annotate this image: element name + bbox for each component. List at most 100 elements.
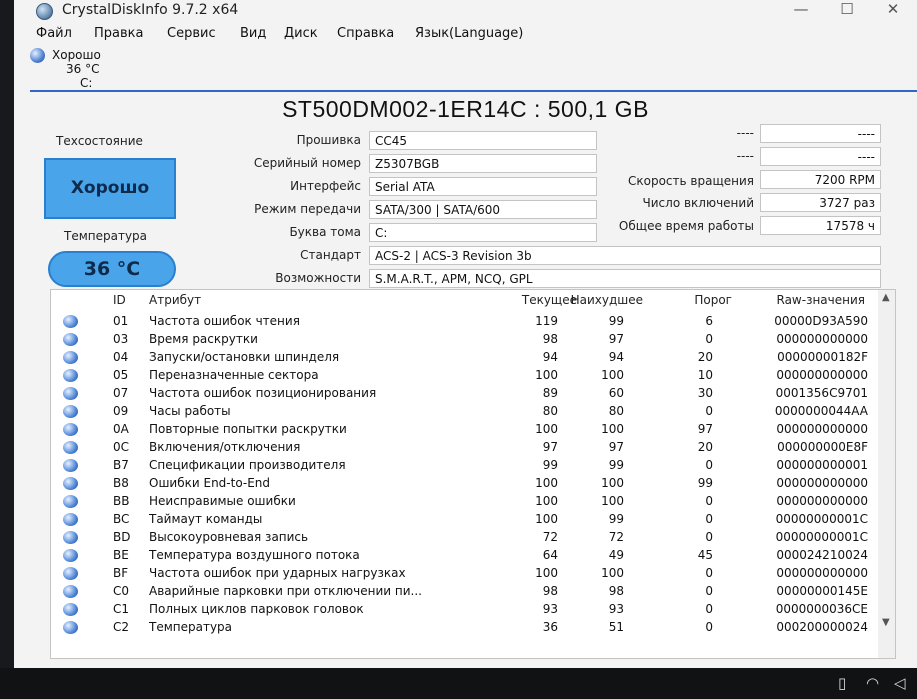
attribute-name: Время раскрутки xyxy=(149,332,258,346)
attribute-name: Запуски/остановки шпинделя xyxy=(149,350,340,364)
menu-language[interactable]: Язык(Language) xyxy=(415,26,523,41)
serial-label: Серийный номер xyxy=(253,156,361,170)
rotation-speed-field: 7200 RPM xyxy=(760,170,881,189)
minimize-button[interactable]: — xyxy=(781,0,821,22)
table-row[interactable]: BE Температура воздушного потока 64 49 45 000… xyxy=(51,546,876,564)
menu-disk[interactable]: Диск xyxy=(284,26,318,41)
attribute-name: Часы работы xyxy=(149,404,231,418)
threshold-value: 6 xyxy=(705,314,713,328)
firmware-field: CC45 xyxy=(369,131,597,150)
scroll-up-icon[interactable]: ▲ xyxy=(882,292,890,303)
blank-label-2: ---- xyxy=(736,149,754,163)
wifi-icon[interactable]: ◠ xyxy=(866,674,879,692)
worst-value: 72 xyxy=(608,530,624,544)
table-row[interactable]: 03 Время раскрутки 98 97 0 000000000000 xyxy=(51,330,876,348)
menu-help[interactable]: Справка xyxy=(337,26,394,41)
menu-bar: Файл Правка Сервис Вид Диск Справка Язык… xyxy=(14,24,917,44)
raw-value: 0000000036CE xyxy=(775,602,868,616)
menu-view[interactable]: Вид xyxy=(240,26,266,41)
table-row[interactable]: 07 Частота ошибок позиционирования 89 60 30 0… xyxy=(51,384,876,402)
attribute-id: B8 xyxy=(113,476,129,490)
status-good-icon xyxy=(63,369,78,382)
status-good-icon xyxy=(63,477,78,490)
column-header-attribute[interactable]: Атрибут xyxy=(149,293,201,307)
raw-value: 00000000145E xyxy=(776,584,868,598)
table-row[interactable]: 0A Повторные попытки раскрутки 100 100 97 000… xyxy=(51,420,876,438)
table-row[interactable]: C2 Температура 36 51 0 000200000024 xyxy=(51,618,876,636)
interface-field: Serial ATA xyxy=(369,177,597,196)
features-field: S.M.A.R.T., APM, NCQ, GPL xyxy=(369,269,881,288)
threshold-value: 0 xyxy=(705,602,713,616)
table-row[interactable]: C1 Полных циклов парковок головок 93 93 0 000… xyxy=(51,600,876,618)
taskbar: ▯ ◠ ◁ xyxy=(0,668,917,699)
drive-tab-c[interactable]: Хорошо 36 °C C: xyxy=(30,45,112,93)
raw-value: 00000000001C xyxy=(775,530,868,544)
transfer-mode-field: SATA/300 | SATA/600 xyxy=(369,200,597,219)
scroll-down-icon[interactable]: ▼ xyxy=(882,617,890,628)
window-title: CrystalDiskInfo 9.7.2 x64 xyxy=(62,2,239,18)
table-row[interactable]: B7 Спецификации производителя 99 99 0 0000000… xyxy=(51,456,876,474)
smart-attributes-table[interactable]: ID Атрибут Текущее Наихудшее Порог Raw-з… xyxy=(50,289,896,659)
attribute-name: Температура xyxy=(149,620,233,634)
features-label: Возможности xyxy=(275,271,361,285)
close-button[interactable]: ✕ xyxy=(873,0,913,22)
current-value: 100 xyxy=(535,512,558,526)
volume-icon[interactable]: ◁ xyxy=(894,674,906,692)
volume-letter-label: Буква тома xyxy=(289,225,361,239)
status-good-icon xyxy=(63,621,78,634)
table-row[interactable]: BB Неисправимые ошибки 100 100 0 000000000000 xyxy=(51,492,876,510)
menu-edit[interactable]: Правка xyxy=(94,26,143,41)
raw-value: 000000000000 xyxy=(776,494,868,508)
rotation-speed-label: Скорость вращения xyxy=(628,174,754,188)
table-row[interactable]: 04 Запуски/остановки шпинделя 94 94 20 000000… xyxy=(51,348,876,366)
current-value: 98 xyxy=(542,584,558,598)
maximize-button[interactable]: ☐ xyxy=(827,0,867,22)
attribute-name: Высокоуровневая запись xyxy=(149,530,309,544)
health-label: Техсостояние xyxy=(56,134,143,148)
health-status-button[interactable]: Хорошо xyxy=(44,158,176,219)
blank-label-1: ---- xyxy=(736,126,754,140)
temperature-value[interactable]: 36 °C xyxy=(48,251,176,287)
table-row[interactable]: 05 Переназначенные сектора 100 100 10 0000000… xyxy=(51,366,876,384)
vertical-scrollbar[interactable]: ▲ ▼ xyxy=(878,290,895,658)
worst-value: 100 xyxy=(601,422,624,436)
menu-tools[interactable]: Сервис xyxy=(167,26,216,41)
threshold-value: 0 xyxy=(705,458,713,472)
raw-value: 000000000000 xyxy=(776,368,868,382)
column-header-threshold[interactable]: Порог xyxy=(694,293,732,307)
current-value: 94 xyxy=(542,350,558,364)
table-row[interactable]: 09 Часы работы 80 80 0 0000000044AA xyxy=(51,402,876,420)
column-header-id[interactable]: ID xyxy=(113,293,126,307)
blank-field-2: ---- xyxy=(760,147,881,166)
table-row[interactable]: BC Таймаут команды 100 99 0 00000000001C xyxy=(51,510,876,528)
raw-value: 00000D93A590 xyxy=(774,314,868,328)
current-value: 98 xyxy=(542,332,558,346)
threshold-value: 0 xyxy=(705,584,713,598)
table-row[interactable]: 0C Включения/отключения 97 97 20 000000000E8F xyxy=(51,438,876,456)
table-row[interactable]: 01 Частота ошибок чтения 119 99 6 00000D93A59… xyxy=(51,312,876,330)
column-header-raw[interactable]: Raw-значения xyxy=(777,293,866,307)
table-row[interactable]: BF Частота ошибок при ударных нагрузках 10… xyxy=(51,564,876,582)
title-bar: CrystalDiskInfo 9.7.2 x64 — ☐ ✕ xyxy=(14,0,917,22)
table-row[interactable]: B8 Ошибки End-to-End 100 100 99 000000000000 xyxy=(51,474,876,492)
table-row[interactable]: C0 Аварийные парковки при отключении пи..… xyxy=(51,582,876,600)
battery-icon[interactable]: ▯ xyxy=(838,674,846,692)
status-good-icon xyxy=(63,513,78,526)
raw-value: 000000000000 xyxy=(776,566,868,580)
standard-field: ACS-2 | ACS-3 Revision 3b xyxy=(369,246,881,265)
firmware-label: Прошивка xyxy=(296,133,361,147)
worst-value: 97 xyxy=(608,332,624,346)
column-header-worst[interactable]: Наихудшее xyxy=(571,293,643,307)
attribute-id: 09 xyxy=(113,404,129,418)
column-header-current[interactable]: Текущее xyxy=(522,293,577,307)
worst-value: 100 xyxy=(601,566,624,580)
attribute-name: Повторные попытки раскрутки xyxy=(149,422,347,436)
threshold-value: 45 xyxy=(697,548,713,562)
attribute-id: 0C xyxy=(113,440,130,454)
table-row[interactable]: BD Высокоуровневая запись 72 72 0 00000000001… xyxy=(51,528,876,546)
attribute-name: Включения/отключения xyxy=(149,440,301,454)
current-value: 36 xyxy=(542,620,558,634)
worst-value: 51 xyxy=(608,620,624,634)
attribute-id: 05 xyxy=(113,368,129,382)
menu-file[interactable]: Файл xyxy=(36,26,72,41)
